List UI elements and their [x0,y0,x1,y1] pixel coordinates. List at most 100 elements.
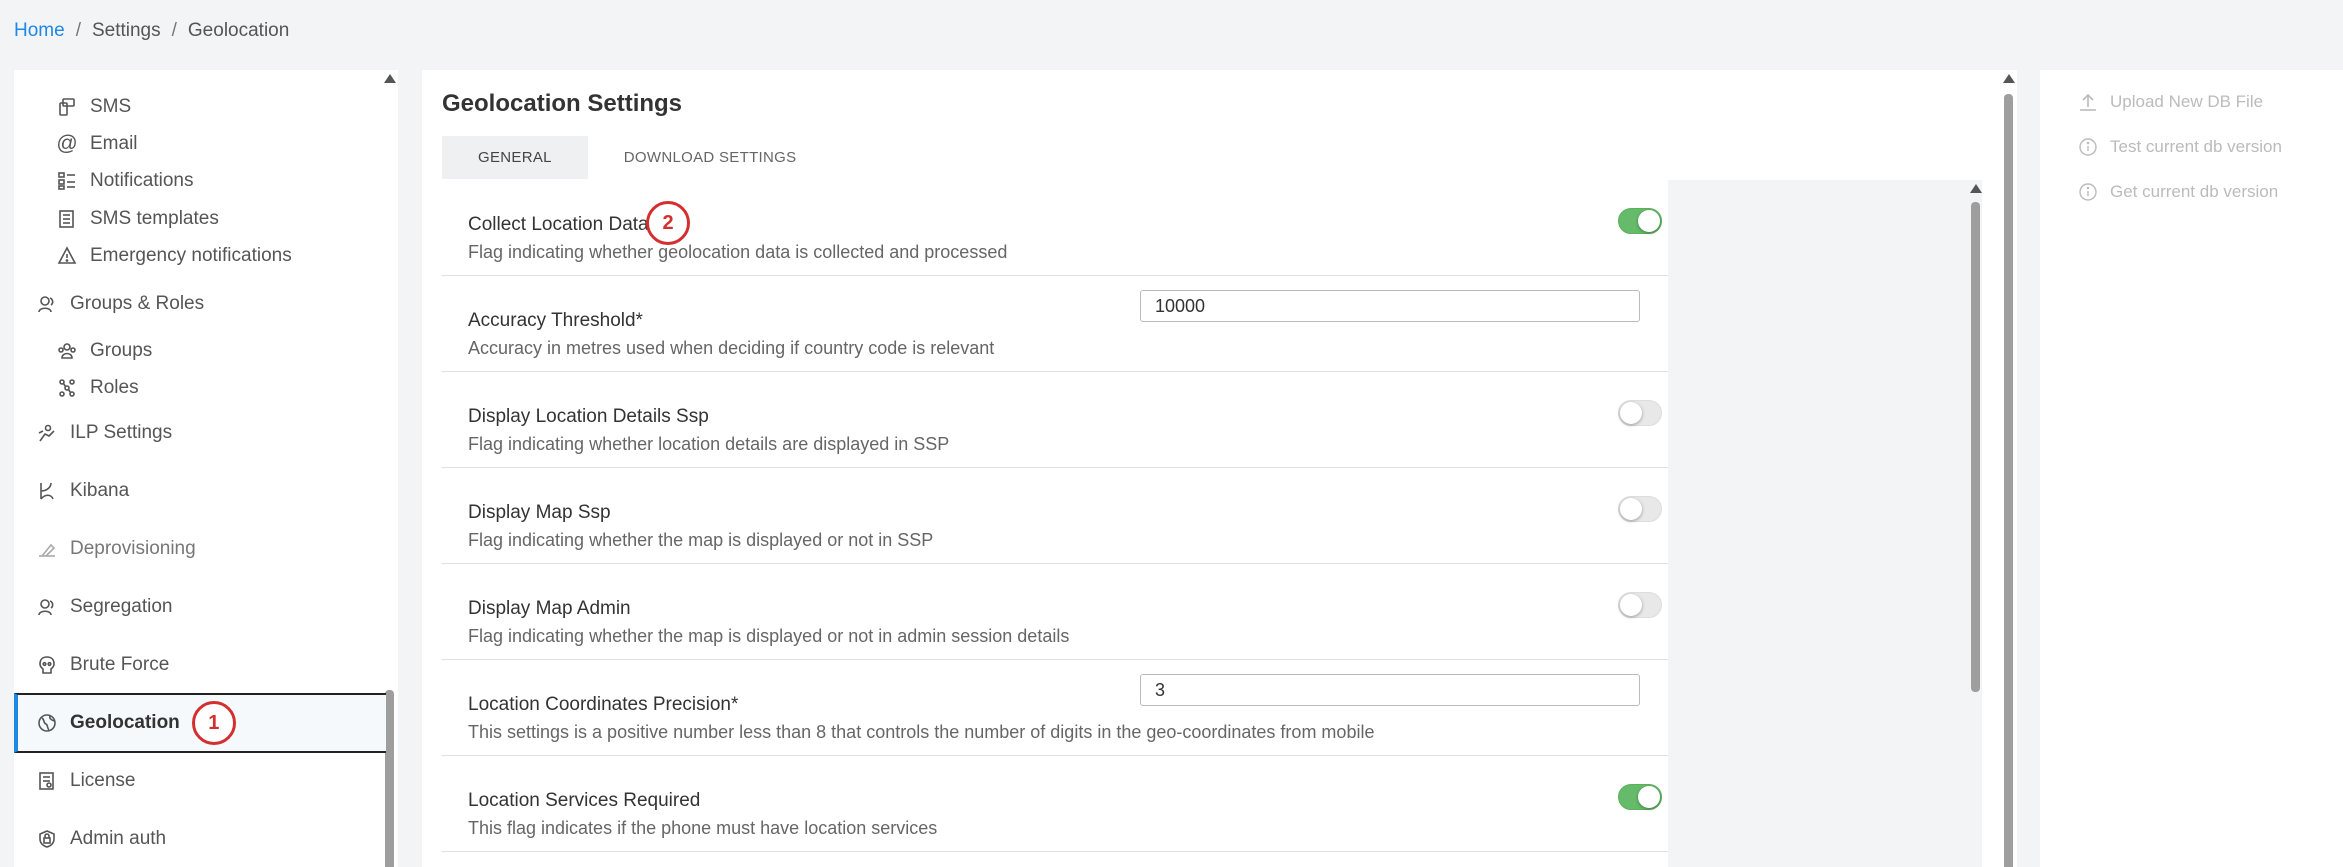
display-location-details-ssp-toggle[interactable] [1618,400,1662,426]
segregation-icon [36,596,58,618]
sidebar-item-geolocation[interactable]: Geolocation 1 [14,693,386,753]
accuracy-threshold-input[interactable] [1140,290,1640,322]
display-map-ssp-toggle[interactable] [1618,496,1662,522]
sidebar-item-label: Notifications [90,170,194,191]
main-scroll-up-arrow[interactable] [2003,74,2015,83]
sidebar-item-label: Admin auth [70,828,167,849]
skull-icon [36,654,58,676]
info-icon [2078,182,2098,202]
breadcrumb-separator: / [171,20,177,41]
sidebar-item-groups-roles[interactable]: Groups & Roles [36,293,204,315]
sidebar-item-notifications[interactable]: Notifications [56,170,194,192]
sidebar-item-label: Emergency notifications [90,245,292,266]
sidebar-item-deprovisioning[interactable]: Deprovisioning [36,538,196,560]
breadcrumb-current: Geolocation [187,20,290,41]
toggle-knob [1638,210,1660,232]
sidebar-item-admin-auth[interactable]: Admin auth [36,828,166,850]
info-icon [2078,137,2098,157]
setting-description: Flag indicating whether the map is displ… [468,626,1070,646]
sidebar-item-roles[interactable]: Roles [56,377,139,399]
actions-panel: Upload New DB File Test current db versi… [2040,70,2343,867]
templates-icon [56,208,78,230]
settings-scroll-up-arrow[interactable] [1970,184,1982,193]
location-coordinates-precision-input[interactable] [1140,674,1640,706]
groups-icon [56,340,78,362]
roles-icon [56,377,78,399]
setting-accuracy-threshold: Accuracy Threshold* Accuracy in metres u… [442,276,1668,372]
sidebar: SMS @ Email Notifications SMS templates … [14,70,398,867]
setting-label: Collect Location Data [468,214,649,235]
sidebar-item-label: SMS templates [90,208,219,229]
sidebar-item-label: Groups [90,340,153,361]
sidebar-item-label: License [70,770,136,791]
sidebar-item-label: Segregation [70,596,173,617]
setting-collect-location-data: Collect Location Data 2 Flag indicating … [442,180,1668,276]
setting-description: This settings is a positive number less … [468,722,1375,742]
setting-display-location-details-ssp: Display Location Details Ssp Flag indica… [442,372,1668,468]
setting-display-map-admin: Display Map Admin Flag indicating whethe… [442,564,1668,660]
setting-location-coordinates-precision: Location Coordinates Precision* This set… [442,660,1668,756]
sidebar-item-label: Email [90,133,138,154]
sidebar-scrollbar[interactable] [385,690,394,867]
collect-location-data-toggle[interactable] [1618,208,1662,234]
tab-download-settings[interactable]: DOWNLOAD SETTINGS [588,136,833,179]
action-label: Test current db version [2110,137,2282,156]
toggle-knob [1638,786,1660,808]
breadcrumb-home-link[interactable]: Home [14,20,65,42]
sidebar-item-sms-templates[interactable]: SMS templates [56,208,219,230]
admin-auth-icon [36,828,58,850]
warning-icon [56,245,78,267]
sidebar-item-license[interactable]: License [36,770,136,792]
settings-list: Collect Location Data 2 Flag indicating … [442,180,1668,867]
main-scrollbar[interactable] [2004,94,2013,867]
sms-icon [56,96,78,118]
sidebar-item-label: Roles [90,377,139,398]
sidebar-item-groups[interactable]: Groups [56,340,152,362]
test-db-version-button[interactable]: Test current db version [2078,137,2282,157]
tab-general[interactable]: GENERAL [442,136,588,179]
at-icon: @ [56,132,78,155]
setting-description: Flag indicating whether location details… [468,434,950,454]
sidebar-scroll-up-arrow[interactable] [384,74,396,83]
breadcrumb-settings[interactable]: Settings [92,20,161,42]
toggle-knob [1620,402,1642,424]
sidebar-item-brute-force[interactable]: Brute Force [36,654,169,676]
ilp-icon [36,422,58,444]
sidebar-item-label: Deprovisioning [70,538,196,559]
step-badge: 2 [646,201,690,245]
sidebar-item-ilp-settings[interactable]: ILP Settings [36,422,172,444]
sidebar-item-label: SMS [90,96,132,117]
toggle-knob [1620,498,1642,520]
sidebar-item-label: Kibana [70,480,130,501]
get-db-version-button[interactable]: Get current db version [2078,182,2278,202]
page-title: Geolocation Settings [442,90,683,117]
setting-display-map-ssp: Display Map Ssp Flag indicating whether … [442,468,1668,564]
location-services-required-toggle[interactable] [1618,784,1662,810]
setting-label: Display Map Admin [468,598,631,619]
sidebar-item-kibana[interactable]: Kibana [36,480,129,502]
setting-description: This flag indicates if the phone must ha… [468,818,938,838]
sidebar-item-label: ILP Settings [70,422,173,443]
setting-label: Accuracy Threshold* [468,310,643,331]
breadcrumb-separator: / [75,20,81,41]
setting-label: Display Location Details Ssp [468,406,709,427]
sidebar-item-sms[interactable]: SMS [56,96,131,118]
globe-icon [36,712,58,734]
sidebar-item-email[interactable]: @ Email [56,132,138,155]
license-icon [36,770,58,792]
upload-db-file-button[interactable]: Upload New DB File [2078,92,2263,112]
settings-scrollbar[interactable] [1971,202,1980,692]
display-map-admin-toggle[interactable] [1618,592,1662,618]
notifications-icon [56,170,78,192]
sidebar-item-label: Brute Force [70,654,170,675]
setting-description: Flag indicating whether geolocation data… [468,242,1008,262]
sidebar-item-emergency-notifications[interactable]: Emergency notifications [56,245,292,267]
action-label: Get current db version [2110,182,2279,201]
main-panel: Geolocation Settings GENERAL DOWNLOAD SE… [422,70,2017,867]
setting-description: Flag indicating whether the map is displ… [468,530,934,550]
action-label: Upload New DB File [2110,92,2264,111]
setting-location-services-required: Location Services Required This flag ind… [442,756,1668,852]
sidebar-item-segregation[interactable]: Segregation [36,596,172,618]
setting-label: Display Map Ssp [468,502,611,523]
tabs: GENERAL DOWNLOAD SETTINGS [442,136,832,179]
